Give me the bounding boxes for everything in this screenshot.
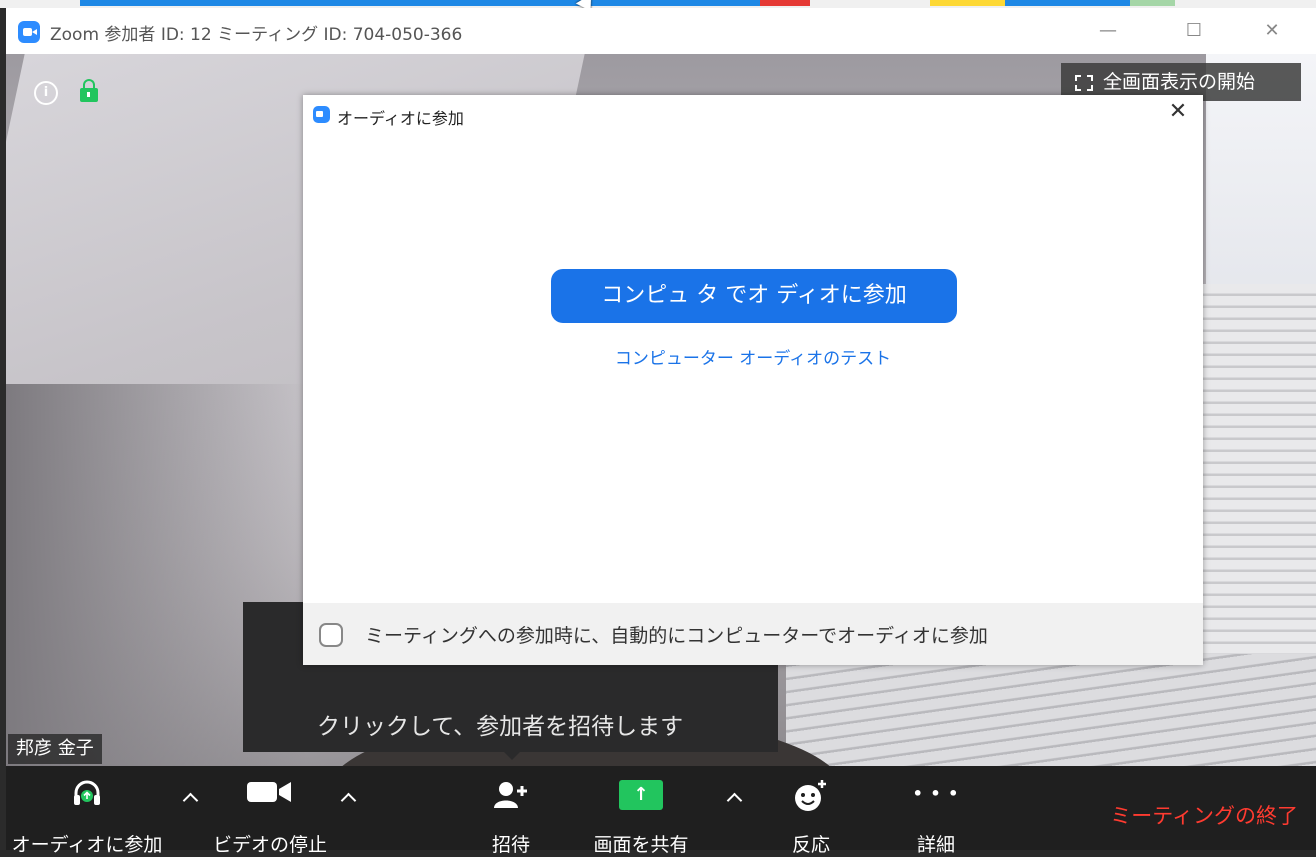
meeting-toolbar: オーディオに参加 ビデオの停止 招待 ↑ 画面を共有 反応 • • • 詳細 ミ… — [6, 766, 1316, 856]
video-camera-icon — [247, 782, 291, 802]
dialog-footer: ミーティングへの参加時に、自動的にコンピューターでオーディオに参加 — [303, 603, 1203, 665]
minimize-button[interactable]: — — [1086, 14, 1130, 48]
window-titlebar: Zoom 参加者 ID: 12 ミーティング ID: 704-050-366 —… — [6, 8, 1316, 54]
reactions-label: 反応 — [791, 834, 830, 856]
audio-options-chevron-up-icon[interactable] — [180, 788, 200, 808]
fullscreen-label: 全画面表示の開始 — [1103, 71, 1256, 93]
share-screen-icon: ↑ — [619, 780, 663, 810]
emoji-reaction-icon — [795, 780, 826, 811]
maximize-button[interactable]: ☐ — [1172, 14, 1216, 48]
test-computer-audio-link: コンピューター オーディオのテスト — [303, 344, 1203, 369]
invite-tooltip-text: クリックして、参加者を招待します — [317, 714, 684, 740]
auto-join-audio-label[interactable]: ミーティングへの参加時に、自動的にコンピューターでオーディオに参加 — [365, 621, 988, 648]
close-window-button[interactable]: ✕ — [1250, 14, 1294, 48]
lock-icon[interactable] — [80, 79, 98, 102]
invite-button[interactable]: 招待 — [476, 766, 546, 856]
stop-video-label: ビデオの停止 — [212, 834, 327, 856]
meeting-info-icon[interactable]: i — [34, 81, 58, 105]
desktop-taskbar-strip — [0, 0, 1316, 8]
join-audio-button[interactable]: オーディオに参加 — [6, 766, 168, 856]
fullscreen-icon — [1075, 74, 1093, 91]
dialog-title: オーディオに参加 — [337, 109, 464, 128]
more-dots-icon: • • • — [912, 784, 960, 803]
zoom-logo-icon — [18, 21, 40, 43]
dialog-close-button[interactable]: ✕ — [1165, 99, 1191, 125]
join-audio-label: オーディオに参加 — [11, 834, 163, 856]
join-with-computer-audio-button[interactable]: コンピュ タ でオ ディオに参加 — [551, 269, 957, 323]
headphone-icon — [74, 780, 100, 805]
stop-video-button[interactable]: ビデオの停止 — [210, 766, 330, 856]
video-options-chevron-up-icon[interactable] — [338, 788, 358, 808]
more-options-button[interactable]: • • • 詳細 — [901, 766, 971, 856]
tooltip-arrow-icon — [504, 752, 520, 760]
share-screen-button[interactable]: ↑ 画面を共有 — [586, 766, 696, 856]
share-options-chevron-up-icon[interactable] — [724, 788, 744, 808]
test-computer-audio-link-text[interactable]: コンピューター オーディオのテスト — [615, 349, 891, 369]
reactions-button[interactable]: 反応 — [776, 766, 846, 856]
invite-label: 招待 — [491, 834, 530, 856]
end-meeting-button[interactable]: ミーティングの終了 — [1110, 800, 1298, 830]
more-label: 詳細 — [916, 834, 955, 856]
zoom-logo-icon — [313, 106, 330, 123]
auto-join-audio-checkbox[interactable] — [319, 623, 343, 647]
participant-name-tag: 邦彦 金子 — [8, 734, 102, 764]
add-participant-icon — [494, 782, 527, 808]
share-screen-label: 画面を共有 — [593, 834, 689, 856]
join-audio-dialog: オーディオに参加 ✕ コンピュ タ でオ ディオに参加 コンピューター オーディ… — [303, 95, 1203, 665]
window-title: Zoom 参加者 ID: 12 ミーティング ID: 704-050-366 — [50, 25, 463, 45]
